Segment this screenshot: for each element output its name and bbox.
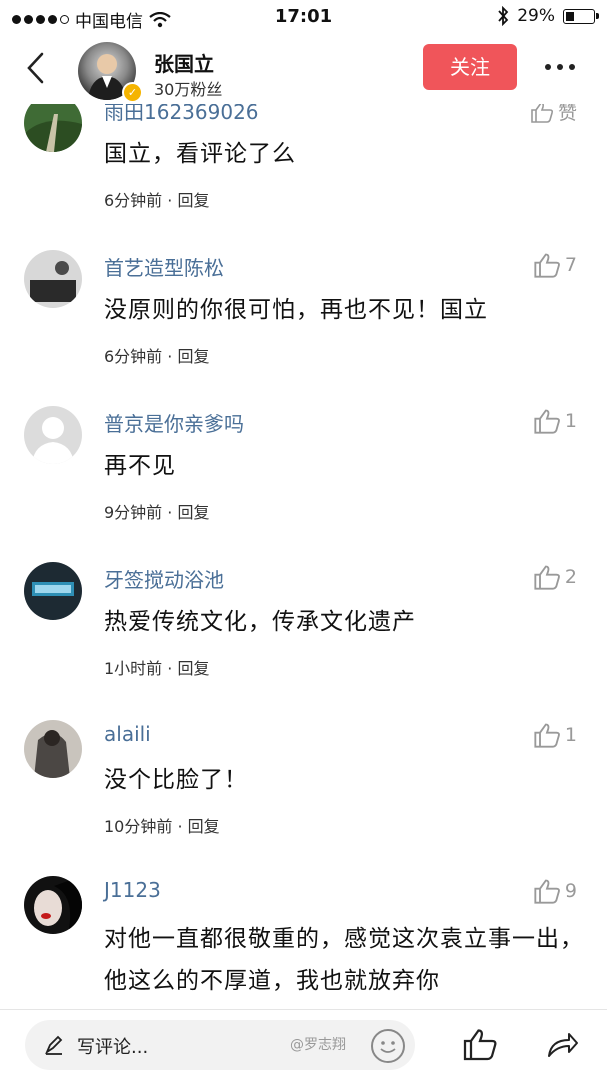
comment-item: 牙签搅动浴池 2 热爱传统文化，传承文化遗产 1小时前 · 回复 xyxy=(0,556,607,706)
comment-text: 国立，看评论了么 xyxy=(104,141,296,167)
thumbs-up-icon xyxy=(534,723,560,748)
comment-item: 首艺造型陈松 7 没原则的你很可怕，再也不见！国立 6分钟前 · 回复 xyxy=(0,244,607,394)
comment-text: 没个比脸了！ xyxy=(104,767,248,793)
like-count: 2 xyxy=(564,566,577,588)
comment-avatar[interactable] xyxy=(24,876,82,934)
status-bar: 中国电信 17:01 29% xyxy=(0,0,607,36)
verified-badge-icon: ✓ xyxy=(122,82,143,103)
comment-input[interactable]: 写评论... xyxy=(25,1020,415,1070)
comment-meta[interactable]: 6分钟前 · 回复 xyxy=(104,343,209,367)
comment-author[interactable]: alaili xyxy=(104,722,151,746)
comment-item: 普京是你亲爹吗 1 再不见 9分钟前 · 回复 xyxy=(0,400,607,550)
battery-percent: 29% xyxy=(517,6,555,26)
comment-avatar[interactable] xyxy=(24,562,82,620)
follow-button[interactable]: 关注 xyxy=(423,44,517,90)
like-count: 1 xyxy=(564,724,577,746)
thumbs-up-icon xyxy=(534,253,560,278)
comment-author[interactable]: 牙签搅动浴池 xyxy=(104,564,224,593)
pencil-icon xyxy=(44,1035,63,1055)
comment-list: 雨田162369026 赞 国立，看评论了么 6分钟前 · 回复 首艺造型陈松 … xyxy=(0,72,607,1010)
comment-author[interactable]: J1123 xyxy=(104,878,161,902)
watermark: @罗志翔 xyxy=(290,1037,346,1053)
like-button[interactable]: 7 xyxy=(533,252,577,278)
like-count: 1 xyxy=(564,410,577,432)
comment-meta[interactable]: 6分钟前 · 回复 xyxy=(104,187,209,211)
profile-name: 张国立 xyxy=(154,52,214,76)
emoji-icon[interactable] xyxy=(371,1029,405,1063)
comment-input-placeholder: 写评论... xyxy=(77,1037,149,1058)
share-icon[interactable] xyxy=(545,1026,579,1060)
fan-count: 30万粉丝 xyxy=(154,80,223,99)
more-options-icon[interactable] xyxy=(545,64,575,70)
like-count: 7 xyxy=(564,254,577,276)
comment-avatar[interactable] xyxy=(24,720,82,778)
profile-header: ✓ 张国立 30万粉丝 关注 xyxy=(0,36,607,104)
comment-item: alaili 1 没个比脸了！ 10分钟前 · 回复 xyxy=(0,714,607,864)
like-count: 9 xyxy=(564,880,577,902)
comment-text: 再不见 xyxy=(104,453,176,479)
like-button[interactable]: 9 xyxy=(533,878,577,904)
comment-item: J1123 9 对他一直都很敬重的，感觉这次袁立事一出，他这么的不厚道，我也就放… xyxy=(0,870,607,1010)
comment-text: 对他一直都很敬重的，感觉这次袁立事一出，他这么的不厚道，我也就放弃你 xyxy=(104,926,584,994)
like-button[interactable]: 1 xyxy=(533,408,577,434)
comment-author[interactable]: 首艺造型陈松 xyxy=(104,252,224,281)
thumbs-up-icon[interactable] xyxy=(462,1026,498,1062)
thumbs-up-icon xyxy=(534,879,560,904)
thumbs-up-icon xyxy=(534,409,560,434)
bottom-bar: 写评论... @罗志翔 xyxy=(0,1009,607,1080)
comment-avatar[interactable] xyxy=(24,250,82,308)
battery-icon xyxy=(563,8,599,24)
comment-text: 没原则的你很可怕，再也不见！国立 xyxy=(104,297,488,323)
back-arrow-icon[interactable] xyxy=(22,50,52,86)
comment-text: 热爱传统文化，传承文化遗产 xyxy=(104,609,416,635)
like-button[interactable]: 1 xyxy=(533,722,577,748)
like-button[interactable]: 2 xyxy=(533,564,577,590)
comment-meta[interactable]: 10分钟前 · 回复 xyxy=(104,813,220,837)
comment-meta[interactable]: 9分钟前 · 回复 xyxy=(104,499,209,523)
bluetooth-icon xyxy=(498,6,509,26)
comment-avatar[interactable] xyxy=(24,406,82,464)
comment-author[interactable]: 普京是你亲爹吗 xyxy=(104,408,244,437)
comment-meta[interactable]: 1小时前 · 回复 xyxy=(104,655,209,679)
thumbs-up-icon xyxy=(534,565,560,590)
